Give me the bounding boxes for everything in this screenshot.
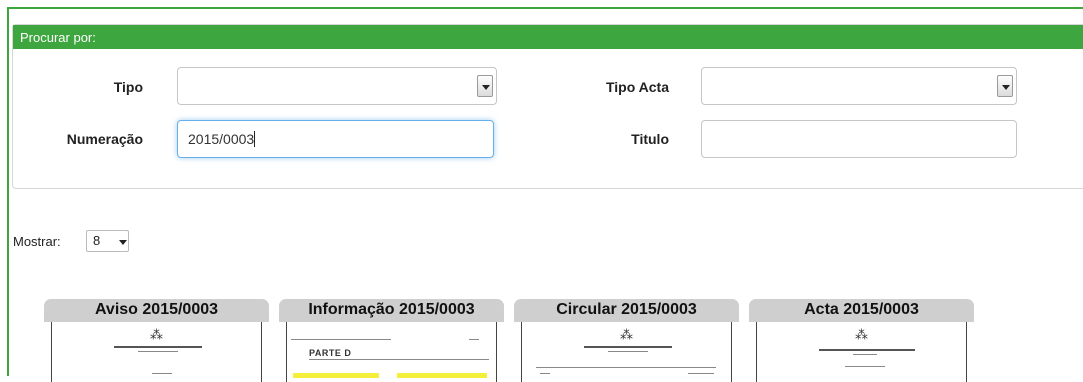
coat-of-arms-icon: ⁂: [150, 327, 163, 342]
mostrar-select[interactable]: 8: [86, 230, 129, 252]
titulo-input[interactable]: [701, 120, 1017, 158]
text-line: [584, 346, 672, 348]
document-thumbnail[interactable]: ⁂: [521, 322, 732, 382]
text-line: [469, 339, 479, 340]
text-line: [152, 373, 172, 374]
document-thumbnail[interactable]: ⁂: [756, 322, 967, 382]
text-line: [114, 346, 202, 348]
chevron-down-icon[interactable]: [477, 75, 493, 97]
coat-of-arms-icon: ⁂: [855, 327, 868, 342]
text-line: [853, 354, 877, 355]
document-title[interactable]: Aviso 2015/0003: [44, 299, 269, 322]
titulo-label: Titulo: [631, 131, 669, 147]
document-card[interactable]: Circular 2015/0003 ⁂: [514, 299, 739, 382]
document-card[interactable]: Informação 2015/0003 PARTE D: [279, 299, 504, 382]
text-line: [688, 373, 714, 374]
text-caret: [254, 131, 256, 147]
tipo-acta-label: Tipo Acta: [605, 79, 669, 95]
document-card[interactable]: Acta 2015/0003 ⁂: [749, 299, 974, 382]
text-line: [540, 373, 550, 374]
search-panel: Procurar por: Tipo Tipo Acta Numeração 2…: [12, 24, 1083, 189]
search-header: Procurar por:: [13, 25, 1083, 49]
numeracao-input[interactable]: 2015/0003: [177, 120, 494, 158]
document-title[interactable]: Circular 2015/0003: [514, 299, 739, 322]
document-thumbnail[interactable]: ⁂: [51, 322, 262, 382]
numeracao-label: Numeração: [66, 131, 143, 147]
document-title[interactable]: Acta 2015/0003: [749, 299, 974, 322]
text-line: [845, 366, 885, 367]
coat-of-arms-icon: ⁂: [620, 327, 633, 342]
document-section: PARTE D: [309, 348, 352, 358]
tipo-select[interactable]: [177, 67, 497, 105]
numeracao-input-value: 2015/0003: [188, 131, 255, 147]
chevron-down-icon[interactable]: [997, 75, 1013, 97]
document-card[interactable]: Aviso 2015/0003 ⁂: [44, 299, 269, 382]
document-thumbnail[interactable]: PARTE D: [286, 322, 497, 382]
text-line: [608, 351, 648, 352]
tipo-label: Tipo: [113, 79, 143, 95]
divider: [309, 359, 489, 360]
document-title[interactable]: Informação 2015/0003: [279, 299, 504, 322]
text-line: [291, 339, 391, 340]
mostrar-label: Mostrar:: [13, 234, 61, 249]
text-line: [138, 351, 178, 352]
divider: [536, 367, 716, 368]
mostrar-select-value: 8: [93, 233, 101, 248]
tipo-acta-select[interactable]: [701, 67, 1017, 105]
text-line: [819, 349, 915, 351]
